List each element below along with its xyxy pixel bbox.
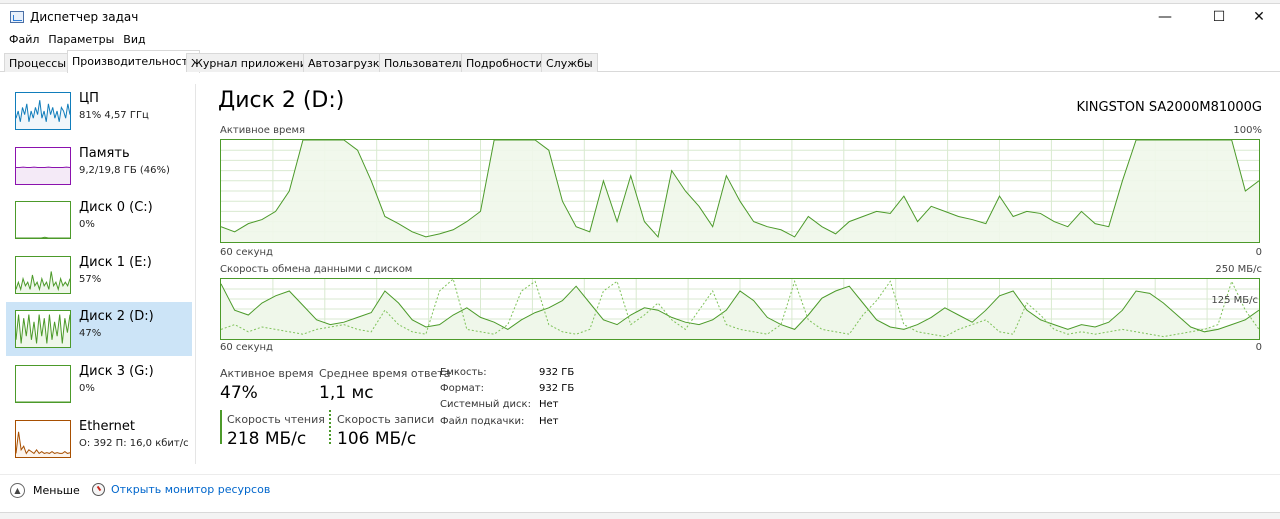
resource-monitor-label: Открыть монитор ресурсов [111,483,271,496]
fewer-details-button[interactable]: ▲ Меньше [10,483,80,498]
footer-bar: ▲ Меньше Открыть монитор ресурсов [0,474,1280,504]
format-label: Формат: [440,383,484,394]
sidebar-item-disk-3[interactable]: Диск 3 (G:) 0% [6,357,192,411]
sidebar-item-memory[interactable]: Память 9,2/19,8 ГБ (46%) [6,139,192,193]
transfer-span-label: 60 секунд [220,342,273,353]
tab-bar: Процессы Производительность Журнал прило… [0,50,1280,73]
sidebar-item-disk-1[interactable]: Диск 1 (E:) 57% [6,248,192,302]
write-speed-indicator [329,410,331,444]
sidebar-item-name: Диск 0 (C:) [79,200,153,215]
read-speed-label: Скорость чтения [227,413,325,426]
title-bar[interactable]: Диспетчер задач — ☐ ✕ [0,4,1280,30]
menu-file[interactable]: Файл [0,31,44,51]
sidebar-item-detail: 9,2/19,8 ГБ (46%) [79,165,170,176]
disk-3-sparkline [15,365,71,403]
page-title: Диск 2 (D:) [218,88,345,113]
response-time-label: Среднее время ответа [319,367,451,380]
system-disk-label: Системный диск: [440,399,531,410]
active-time-chart [220,139,1260,243]
capacity-label: Емкость: [440,367,487,378]
task-manager-window: Диспетчер задач — ☐ ✕ Файл Параметры Вид… [0,4,1280,512]
sidebar-item-name: Диск 1 (E:) [79,255,152,270]
sidebar-item-detail: 81% 4,57 ГГц [79,110,149,121]
tab-performance[interactable]: Производительность [67,50,200,73]
write-speed-value: 106 МБ/с [337,429,417,449]
sidebar-item-cpu[interactable]: ЦП 81% 4,57 ГГц [6,84,192,138]
tab-processes[interactable]: Процессы [4,53,72,72]
disk-0-sparkline [15,201,71,239]
window-title: Диспетчер задач [30,10,139,24]
sparkline-area [16,167,70,184]
tab-services[interactable]: Службы [541,53,598,72]
sidebar-item-name: ЦП [79,91,99,106]
read-speed-value: 218 МБ/с [227,429,307,449]
transfer-min-label: 0 [1255,342,1262,353]
resource-monitor-link[interactable]: Открыть монитор ресурсов [92,483,270,496]
close-button[interactable]: ✕ [1236,4,1280,30]
active-time-span-label: 60 секунд [220,247,273,258]
sidebar-item-disk-2[interactable]: Диск 2 (D:) 47% [6,302,192,356]
minimize-button[interactable]: — [1142,4,1188,30]
capacity-value: 932 ГБ [539,367,575,378]
chevron-up-icon: ▲ [10,483,25,498]
sidebar-item-name: Память [79,146,130,161]
system-disk-value: Нет [539,399,559,410]
task-manager-app-icon [10,11,24,23]
menu-view[interactable]: Вид [119,31,150,51]
fewer-details-label: Меньше [33,484,80,497]
cpu-sparkline [15,92,71,130]
transfer-rate-chart [220,278,1260,340]
active-time-chart-label: Активное время [220,125,306,136]
ethernet-sparkline [15,420,71,458]
disk-2-sparkline [15,310,71,348]
transfer-mid-label: 125 МБ/с [1211,295,1258,306]
tab-details[interactable]: Подробности [461,53,548,72]
sidebar-item-disk-0[interactable]: Диск 0 (C:) 0% [6,193,192,247]
sparkline-line [16,236,70,238]
disk-1-sparkline [15,256,71,294]
menu-options[interactable]: Параметры [44,31,119,51]
memory-sparkline [15,147,71,185]
disk-model: KINGSTON SA2000M81000G [1076,100,1262,115]
tab-app-history[interactable]: Журнал приложений [186,53,320,72]
sidebar-item-name: Диск 2 (D:) [79,309,154,324]
page-file-value: Нет [539,416,559,427]
sidebar-item-detail: О: 392 П: 16,0 кбит/с [79,438,189,449]
background-window-strip-bottom [0,512,1280,519]
tab-startup[interactable]: Автозагрузка [303,53,392,72]
resource-sidebar: ЦП 81% 4,57 ГГц Память 9,2/19,8 ГБ (46%)… [0,84,196,464]
active-time-stat-label: Активное время [220,367,314,380]
active-time-stat-value: 47% [220,383,258,403]
tab-users[interactable]: Пользователи [379,53,471,72]
sidebar-item-detail: 0% [79,219,95,230]
sidebar-item-detail: 0% [79,383,95,394]
active-time-min-label: 0 [1255,247,1262,258]
sidebar-item-detail: 57% [79,274,102,285]
sidebar-item-detail: 47% [79,328,102,339]
resource-monitor-icon [92,483,105,496]
menu-bar: Файл Параметры Вид [0,31,151,51]
format-value: 932 ГБ [539,383,575,394]
active-time-max-label: 100% [1233,125,1262,136]
sidebar-item-name: Диск 3 (G:) [79,364,154,379]
page-file-label: Файл подкачки: [440,416,525,427]
response-time-value: 1,1 мс [319,383,374,403]
transfer-chart-label: Скорость обмена данными с диском [220,264,413,275]
read-speed-indicator [220,410,222,444]
sidebar-item-ethernet[interactable]: Ethernet О: 392 П: 16,0 кбит/с [6,412,192,466]
transfer-max-label: 250 МБ/с [1215,264,1262,275]
write-speed-label: Скорость записи [337,413,435,426]
sidebar-item-name: Ethernet [79,419,135,434]
